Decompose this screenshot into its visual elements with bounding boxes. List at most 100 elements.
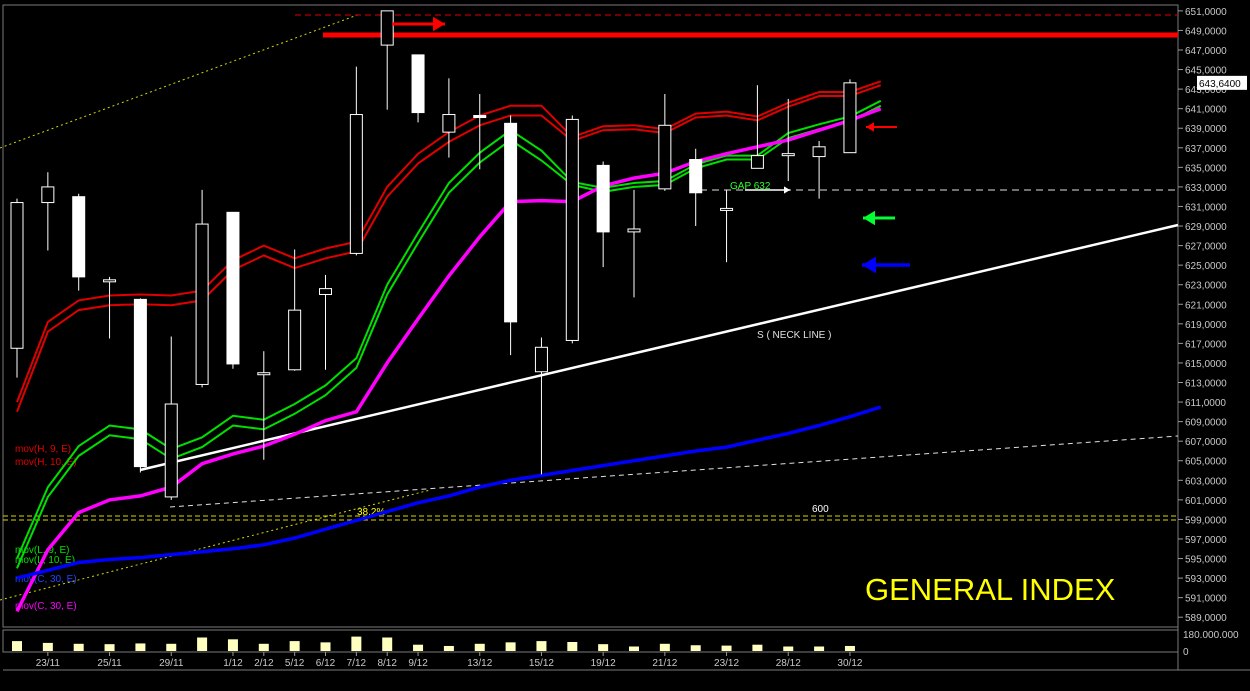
volume-bar	[73, 643, 84, 651]
volume-bar	[474, 643, 485, 651]
candle-body	[411, 54, 425, 114]
level-600-annotation: 600	[812, 504, 829, 515]
candle-body	[257, 372, 271, 376]
neckline-annotation: S ( NECK LINE )	[757, 330, 831, 341]
volume-bar	[227, 639, 238, 651]
y-tick-label: 599,0000	[1185, 515, 1227, 526]
y-tick-label: 627,0000	[1185, 242, 1227, 253]
candle-body	[226, 211, 240, 365]
y-tick-label: 611,0000	[1185, 398, 1226, 409]
y-tick-label: 597,0000	[1185, 535, 1227, 546]
volume-bar	[197, 637, 208, 651]
y-tick-label: 595,0000	[1185, 555, 1227, 566]
y-tick-label: 613,0000	[1185, 379, 1227, 390]
candle-body	[627, 228, 641, 233]
x-tick-label: 9/12	[408, 658, 428, 669]
volume-bar	[258, 643, 269, 651]
y-tick-label: 621,0000	[1185, 300, 1227, 311]
volume-bar	[443, 645, 454, 651]
x-tick-label: 15/12	[529, 658, 554, 669]
y-tick-label: 647,0000	[1185, 46, 1227, 57]
y-tick-label: 645,0000	[1185, 66, 1227, 77]
y-tick-label: 609,0000	[1185, 418, 1227, 429]
volume-bar	[505, 642, 516, 651]
y-tick-label: 641,0000	[1185, 105, 1227, 116]
candle-body	[133, 298, 147, 468]
volume-bar	[320, 642, 331, 651]
candle-body	[473, 115, 487, 119]
y-tick-label: 633,0000	[1185, 183, 1227, 194]
x-tick-label: 30/12	[837, 658, 862, 669]
y-tick-label: 593,0000	[1185, 574, 1227, 585]
candle-body	[750, 155, 764, 169]
y-tick-label: 615,0000	[1185, 359, 1227, 370]
x-tick-label: 25/11	[97, 658, 122, 669]
x-tick-label: 23/12	[714, 658, 739, 669]
y-tick-label: 591,0000	[1185, 594, 1227, 605]
y-tick-label: 625,0000	[1185, 261, 1227, 272]
candle-body	[565, 118, 579, 341]
candle-body	[103, 279, 117, 283]
candle-body	[195, 223, 209, 385]
volume-bar	[536, 641, 547, 651]
volume-bar	[752, 644, 763, 651]
candle-body	[720, 207, 734, 211]
volume-bar	[814, 646, 825, 651]
x-tick-label: 7/12	[347, 658, 367, 669]
chart-title: GENERAL INDEX	[865, 572, 1116, 607]
candle-body	[10, 202, 24, 349]
legend-mov-h9: mov(H, 9, E)	[15, 444, 71, 455]
y-tick-label: 601,0000	[1185, 496, 1227, 507]
volume-bar	[351, 636, 362, 651]
y-tick-label: 629,0000	[1185, 222, 1227, 233]
candle-body	[843, 82, 857, 154]
x-tick-label: 28/12	[776, 658, 801, 669]
x-tick-label: 8/12	[377, 658, 397, 669]
candle-body	[72, 196, 86, 278]
candle-body	[596, 164, 610, 233]
volume-bar	[721, 645, 732, 651]
general-index-chart: GENERAL INDEX GAP 632 S ( NECK LINE ) 38…	[0, 0, 1250, 691]
volume-bar	[413, 644, 424, 651]
x-tick-label: 19/12	[591, 658, 616, 669]
x-tick-label: 13/12	[467, 658, 492, 669]
candle-body	[534, 346, 548, 373]
volume-axis-max: 180.000.000	[1183, 630, 1239, 641]
candle-body	[41, 186, 55, 204]
x-tick-label: 6/12	[316, 658, 336, 669]
volume-bar	[166, 643, 177, 651]
volume-bar	[567, 642, 578, 651]
candle-body	[164, 403, 178, 498]
volume-bar	[598, 644, 609, 651]
x-tick-label: 5/12	[285, 658, 305, 669]
x-tick-label: 23/11	[36, 658, 61, 669]
y-tick-label: 589,0000	[1185, 613, 1227, 624]
candle-body	[781, 153, 795, 157]
candle-body	[504, 122, 518, 323]
y-tick-label: 651,0000	[1185, 7, 1227, 18]
y-tick-label: 637,0000	[1185, 144, 1227, 155]
candle-body	[380, 10, 394, 46]
x-tick-label: 1/12	[223, 658, 243, 669]
volume-bar	[12, 641, 22, 651]
y-tick-label: 607,0000	[1185, 437, 1227, 448]
x-tick-label: 29/11	[159, 658, 184, 669]
volume-bar	[844, 645, 855, 651]
y-tick-label: 619,0000	[1185, 320, 1227, 331]
x-tick-label: 2/12	[254, 658, 274, 669]
volume-bar	[783, 646, 794, 651]
volume-bar	[135, 643, 146, 651]
legend-mov-c30: mov(C, 30, E)	[15, 601, 77, 612]
volume-bar	[289, 641, 300, 651]
candle-body	[442, 114, 456, 133]
volume-bar	[629, 646, 639, 651]
y-tick-label: 623,0000	[1185, 281, 1227, 292]
x-tick-label: 21/12	[652, 658, 677, 669]
y-tick-label: 603,0000	[1185, 476, 1227, 487]
last-price-label: 643,6400	[1199, 79, 1241, 90]
volume-bar	[104, 644, 115, 651]
candle-body	[689, 159, 703, 194]
volume-bar	[690, 645, 701, 651]
candle-body	[288, 309, 302, 371]
candle-body	[658, 124, 672, 190]
